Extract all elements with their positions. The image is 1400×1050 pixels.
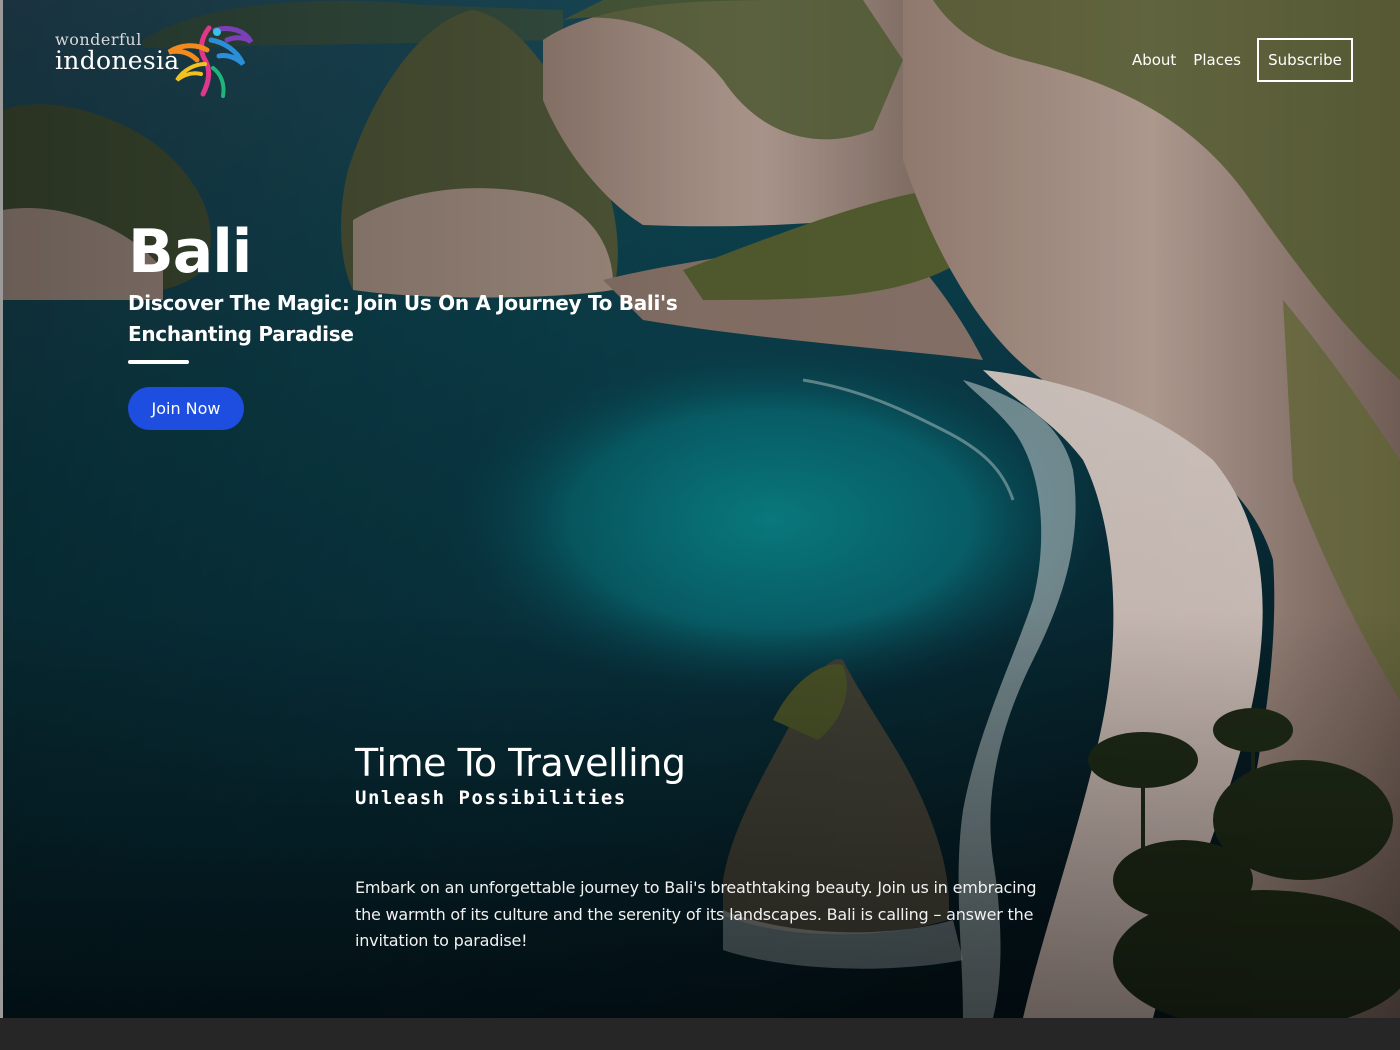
brand-logo[interactable]: wonderful indonesia: [55, 25, 255, 102]
footer-bar: [0, 1018, 1400, 1050]
hero-title: Bali: [128, 217, 252, 287]
section-body-text: Embark on an unforgettable journey to Ba…: [355, 878, 1037, 950]
top-nav: About Places Subscribe: [1115, 36, 1353, 84]
garuda-logo-icon: [167, 25, 254, 98]
page: wonderful indonesia About Places Subscri…: [0, 0, 1400, 1050]
section-title: Time To Travelling: [355, 741, 686, 785]
nav-link-about[interactable]: About: [1132, 51, 1176, 69]
subscribe-button[interactable]: Subscribe: [1257, 38, 1353, 82]
hero-divider: [128, 360, 189, 364]
section-subtitle: Unleash Possibilities: [355, 787, 627, 809]
hero-background-image: [3, 0, 1400, 1018]
hero-subtitle: Discover The Magic: Join Us On A Journey…: [128, 291, 678, 346]
join-now-button[interactable]: Join Now: [128, 387, 244, 430]
nav-link-places[interactable]: Places: [1193, 51, 1241, 69]
hero-section: wonderful indonesia About Places Subscri…: [3, 0, 1400, 1018]
